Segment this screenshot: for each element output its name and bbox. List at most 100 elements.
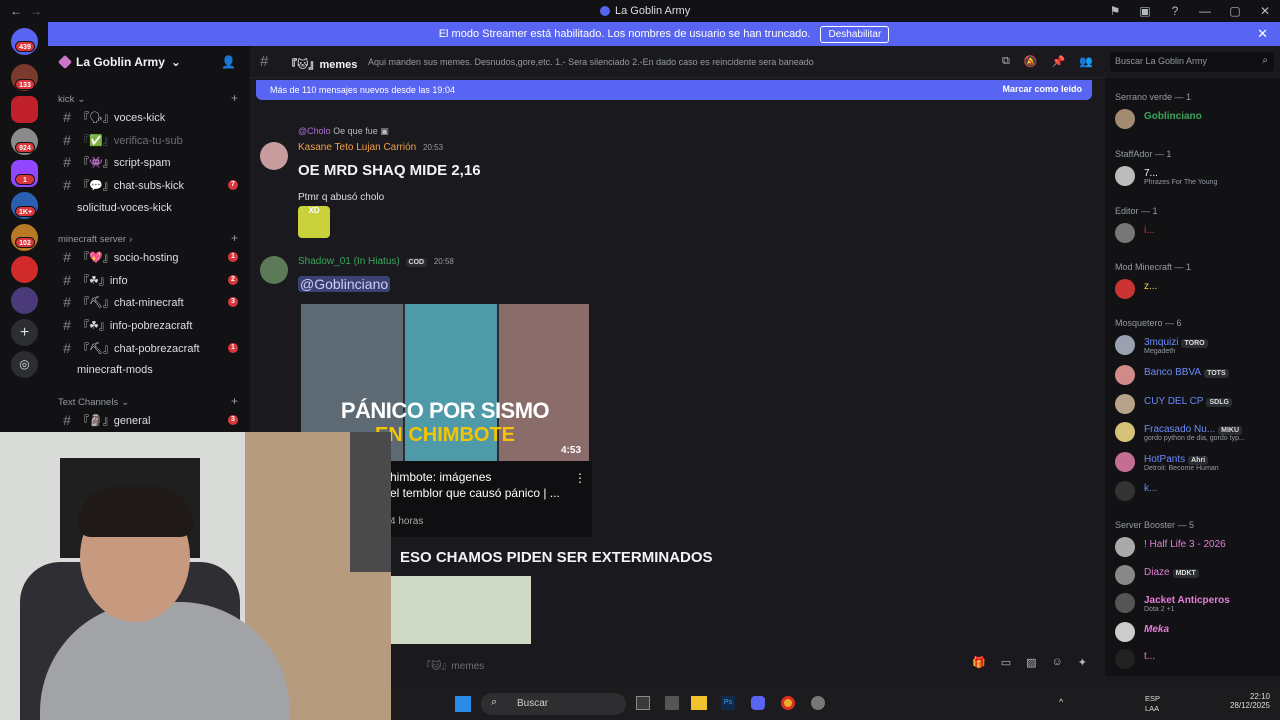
chrome-icon[interactable]: [781, 696, 795, 710]
mark-as-read-button[interactable]: Marcar como leído: [1002, 84, 1082, 94]
inbox-flag-icon[interactable]: ⚑: [1100, 4, 1130, 18]
server-icon[interactable]: [11, 96, 38, 123]
user-mention[interactable]: @Goblinciano: [298, 276, 391, 292]
member-item[interactable]: Banco BBVA TOTS: [1115, 365, 1280, 387]
back-arrow-icon[interactable]: ←: [10, 4, 22, 18]
server-icon[interactable]: [11, 287, 38, 314]
channel-minecraft-mods[interactable]: minecraft-mods: [56, 360, 242, 380]
member-item[interactable]: k...: [1115, 481, 1280, 503]
member-item[interactable]: Fracasado Nu... MIKU gordo python de dia, …: [1115, 422, 1280, 444]
channel-topic[interactable]: Aqui manden sus memes. Desnudos,gore,etc…: [368, 57, 814, 67]
role-header: StaffAdor — 1: [1115, 149, 1172, 159]
invite-icon[interactable]: 👤: [221, 55, 236, 69]
add-server-icon[interactable]: +: [11, 319, 38, 346]
channel-chat-pobrezacraft[interactable]: # 『⛏』chat-pobrezacraft 1: [56, 338, 242, 358]
webcam-overlay: [0, 432, 391, 720]
threads-icon[interactable]: ⧉: [1002, 55, 1010, 68]
member-item[interactable]: t...: [1115, 649, 1280, 671]
image-icon: ▣: [380, 126, 389, 136]
photoshop-icon[interactable]: Ps: [721, 696, 735, 710]
taskbar-search[interactable]: ⌕ Buscar: [481, 693, 626, 715]
members-icon[interactable]: 👥: [1079, 55, 1093, 68]
channel-script-spam[interactable]: # 『👾』script-spam: [56, 152, 242, 172]
minimize-button[interactable]: —: [1190, 4, 1220, 18]
app-icon[interactable]: [665, 696, 679, 710]
sticker-icon[interactable]: ▨: [1026, 656, 1036, 669]
sticker[interactable]: XD: [298, 206, 330, 238]
guild-header[interactable]: La Goblin Army ⌄: [48, 46, 250, 78]
member-item[interactable]: Jacket Anticperos Dota 2 +1: [1115, 593, 1280, 615]
channel-solicitud-voces-kick[interactable]: solicitud-voces-kick: [56, 198, 242, 218]
member-list: Serrano verde — 1 Goblinciano StaffAdor …: [1105, 78, 1280, 676]
task-view-icon[interactable]: [636, 696, 650, 710]
unread-badge: 1: [228, 252, 238, 262]
embedded-image[interactable]: [391, 576, 531, 644]
discover-icon[interactable]: ◎: [11, 351, 38, 378]
channel-info[interactable]: # 『☘』info 2: [56, 270, 242, 290]
new-messages-bar[interactable]: Más de 110 mensajes nuevos desde las 19:…: [256, 80, 1092, 100]
server-icon[interactable]: [11, 256, 38, 283]
member-item[interactable]: i...: [1115, 223, 1280, 245]
member-item[interactable]: 3mquizi TORO Megadeth: [1115, 335, 1280, 357]
notification-badge: 102: [15, 237, 35, 248]
search-input[interactable]: Buscar La Goblin Army ⌕: [1110, 52, 1274, 72]
clock[interactable]: 22:10 28/12/2025: [1230, 692, 1270, 710]
maximize-button[interactable]: ▢: [1220, 4, 1250, 18]
more-options-icon[interactable]: ⋮: [574, 471, 586, 485]
gif-icon[interactable]: ▭: [1001, 656, 1011, 669]
message-author[interactable]: Kasane Teto Lujan Carrión 20:53: [298, 142, 443, 153]
voice-request-label: solicitud-voces-kick: [77, 202, 172, 214]
avatar[interactable]: [260, 256, 288, 284]
start-icon[interactable]: [455, 696, 471, 712]
member-item[interactable]: z...: [1115, 279, 1280, 301]
category-minecraft-server[interactable]: minecraft server ›: [58, 234, 132, 245]
server-rail: 439 133 924 1 1K+ 102 + ◎: [0, 22, 48, 432]
input-language[interactable]: ESP LAA: [1145, 694, 1160, 714]
message-author[interactable]: Shadow_01 (In Hiatus) COD 20:58: [298, 256, 454, 267]
pin-icon[interactable]: 📌: [1052, 55, 1066, 68]
chevron-down-icon: ⌄: [77, 94, 86, 105]
channel-info-pobrezacraft[interactable]: # 『☘』info-pobrezacraft: [56, 315, 242, 335]
avatar: [1115, 394, 1135, 414]
close-window-button[interactable]: ✕: [1250, 4, 1280, 18]
disable-streamer-button[interactable]: Deshabilitar: [820, 25, 890, 43]
avatar: [1115, 166, 1135, 186]
message-composer[interactable]: 『🐱』memes 🎁 ▭ ▨ ☺ ✦: [391, 650, 1095, 678]
channel-general[interactable]: # 『🗿』general 3: [56, 410, 242, 430]
person-hair: [78, 487, 193, 537]
channel-socio-hosting[interactable]: # 『💖』socio-hosting 1: [56, 247, 242, 267]
channel-chat-subs-kick[interactable]: # 『💬』chat-subs-kick 7: [56, 175, 242, 195]
discord-icon[interactable]: [751, 696, 765, 710]
avatar[interactable]: [260, 142, 288, 170]
add-channel-icon[interactable]: +: [231, 394, 238, 408]
member-item[interactable]: 7... Phrazes For The Young: [1115, 166, 1280, 188]
add-channel-icon[interactable]: +: [231, 231, 238, 245]
help-icon[interactable]: ?: [1160, 4, 1190, 18]
member-item[interactable]: Diaze MDKT: [1115, 565, 1280, 587]
apps-icon[interactable]: ✦: [1078, 656, 1087, 669]
add-channel-icon[interactable]: +: [231, 91, 238, 105]
app-icon[interactable]: [811, 696, 825, 710]
tray-chevron-icon[interactable]: ^: [1059, 697, 1063, 707]
channel-voces-kick[interactable]: # 『🗣』voces-kick: [56, 107, 242, 127]
reply-preview[interactable]: @Cholo Oe que fue ▣: [298, 126, 389, 137]
channel-verifica-tu-sub[interactable]: # 『✅』verifica-tu-sub: [56, 130, 242, 150]
screen-icon[interactable]: ▣: [1130, 4, 1160, 18]
unread-badge: 3: [228, 415, 238, 425]
file-explorer-icon[interactable]: [691, 696, 707, 710]
gift-icon[interactable]: 🎁: [972, 656, 986, 669]
category-text-channels[interactable]: Text Channels ⌄: [58, 397, 129, 408]
emoji-icon[interactable]: ☺: [1052, 656, 1063, 669]
forward-arrow-icon[interactable]: →: [30, 4, 42, 18]
category-kick[interactable]: kick ⌄: [58, 94, 85, 105]
member-item[interactable]: ! Half Life 3 - 2026: [1115, 537, 1280, 559]
close-icon[interactable]: ✕: [1257, 26, 1268, 42]
member-item[interactable]: Goblinciano: [1115, 109, 1280, 131]
mute-bell-icon[interactable]: 🔕: [1024, 55, 1038, 68]
channel-chat-minecraft[interactable]: # 『⛏』chat-minecraft 3: [56, 292, 242, 312]
role-header: Server Booster — 5: [1115, 520, 1195, 530]
member-item[interactable]: CUY DEL CP SDLG: [1115, 394, 1280, 416]
member-item[interactable]: HotPants Ahri Detroit: Become Human: [1115, 452, 1280, 474]
avatar: [1115, 279, 1135, 299]
member-item[interactable]: Meka: [1115, 622, 1280, 644]
